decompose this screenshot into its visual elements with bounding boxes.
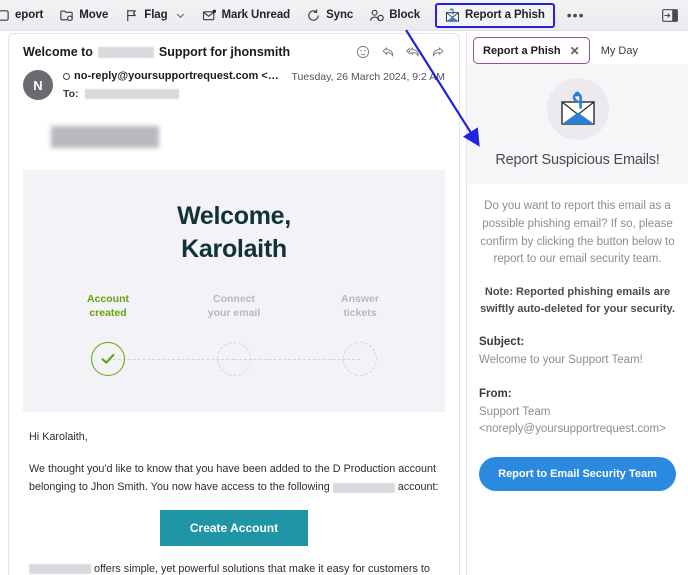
toolbar-item-sync[interactable]: Sync bbox=[299, 3, 360, 27]
panel-title: Report Suspicious Emails! bbox=[495, 152, 660, 168]
block-user-icon bbox=[370, 9, 384, 21]
forward-icon[interactable] bbox=[431, 45, 445, 59]
panel-tab-bar: Report a Phish ✕ My Day bbox=[467, 33, 688, 64]
to-label: To: bbox=[63, 88, 79, 100]
tab-report-a-phish[interactable]: Report a Phish ✕ bbox=[473, 37, 590, 64]
toolbar-item-block-label: Block bbox=[389, 9, 421, 21]
from-value: Support Team <noreply@yoursupportrequest… bbox=[479, 405, 666, 435]
toolbar-item-report[interactable]: eport bbox=[0, 3, 50, 27]
toolbar-item-move-label: Move bbox=[79, 9, 109, 21]
subject-label: Subject: bbox=[479, 336, 525, 349]
panel-description: Do you want to report this email as a po… bbox=[480, 200, 675, 266]
step-answer-tickets-label: Answer tickets bbox=[341, 293, 379, 320]
redacted-brand-name bbox=[97, 46, 154, 58]
mail-subject-row: Welcome to Support for jhonsmith bbox=[9, 34, 459, 65]
sender-block: no-reply@yoursupportrequest.com <no-repl… bbox=[63, 69, 281, 100]
report-to-email-security-team-button[interactable]: Report to Email Security Team bbox=[479, 457, 676, 492]
panel-layout-icon bbox=[662, 8, 678, 22]
phish-badge bbox=[546, 78, 609, 140]
hero-title-line2: Karolaith bbox=[181, 235, 287, 263]
layout-toggle-button[interactable] bbox=[660, 6, 680, 24]
step-account-created: Account created bbox=[45, 292, 234, 386]
hero-title: Welcome, Karolaith bbox=[23, 200, 445, 266]
redacted-brand-inline-2 bbox=[29, 564, 91, 575]
mail-subject-prefix: Welcome to bbox=[23, 45, 93, 59]
close-icon[interactable]: ✕ bbox=[570, 45, 580, 57]
mail-subject-suffix: Support for jhonsmith bbox=[158, 45, 291, 59]
recipient-line: To: bbox=[63, 88, 281, 100]
panel-note-bold: Note: bbox=[484, 286, 513, 299]
phish-envelope-icon bbox=[560, 91, 595, 125]
step-connect-email-label: Connect your email bbox=[207, 293, 261, 320]
report-a-phish-button[interactable]: Report a Phish bbox=[435, 2, 555, 28]
paragraph-two: offers simple, yet powerful solutions th… bbox=[29, 560, 439, 575]
chevron-down-icon[interactable] bbox=[175, 10, 186, 21]
email-body-text: Hi Karolaith, We thought you'd like to k… bbox=[23, 412, 445, 575]
report-a-phish-label: Report a Phish bbox=[465, 9, 545, 21]
toolbar-item-mark-unread[interactable]: Mark Unread bbox=[195, 3, 298, 27]
phish-envelope-icon bbox=[446, 7, 460, 22]
paragraph-one-tail: account: bbox=[397, 481, 439, 494]
redacted-brand-logo bbox=[51, 126, 159, 148]
email-hero-banner: Welcome, Karolaith Account created Conne… bbox=[23, 170, 445, 413]
onboarding-stepper: Account created Connect your email Answe… bbox=[23, 292, 445, 386]
tab-report-a-phish-label: Report a Phish bbox=[483, 44, 561, 57]
reading-pane: Welcome to Support for jhonsmith N no-re… bbox=[8, 33, 460, 575]
create-account-button[interactable]: Create Account bbox=[159, 510, 309, 547]
greeting-text: Hi Karolaith, bbox=[29, 431, 88, 444]
mail-from-row: N no-reply@yoursupportrequest.com <no-re… bbox=[9, 65, 459, 112]
mail-header-actions bbox=[356, 45, 445, 59]
ribbon-toolbar: eport Move Flag Mark Unread Sync Block R… bbox=[0, 0, 688, 31]
paragraph-one: We thought you'd like to know that you h… bbox=[29, 460, 439, 497]
step-pending-icon bbox=[343, 342, 377, 377]
sync-icon bbox=[308, 9, 319, 21]
panel-note: Note: Reported phishing emails are swift… bbox=[479, 284, 676, 317]
emoji-icon[interactable] bbox=[356, 45, 370, 59]
step-pending-icon bbox=[217, 342, 251, 377]
app-window: eport Move Flag Mark Unread Sync Block R… bbox=[0, 0, 688, 575]
flag-icon bbox=[127, 9, 137, 21]
reply-icon[interactable] bbox=[381, 45, 395, 59]
checkmark-icon bbox=[101, 354, 115, 364]
step-answer-tickets: Answer tickets bbox=[297, 292, 423, 386]
toolbar-item-flag-label: Flag bbox=[144, 9, 168, 21]
redacted-brand-inline bbox=[332, 482, 395, 493]
move-folder-icon bbox=[60, 9, 73, 21]
step-account-created-label: Account created bbox=[87, 293, 129, 320]
mail-timestamp: Tuesday, 26 March 2024, 9:2 AM bbox=[291, 71, 445, 83]
mail-subject: Welcome to Support for jhonsmith bbox=[23, 45, 356, 59]
sender-address[interactable]: no-reply@yoursupportrequest.com <no-repl… bbox=[74, 70, 281, 82]
mark-unread-icon bbox=[202, 9, 216, 20]
mail-body: Welcome, Karolaith Account created Conne… bbox=[9, 126, 459, 575]
reply-all-icon[interactable] bbox=[406, 45, 420, 59]
toolbar-item-move[interactable]: Move bbox=[52, 3, 115, 27]
presence-icon bbox=[63, 72, 70, 80]
report-icon bbox=[0, 9, 9, 21]
tab-my-day-label: My Day bbox=[600, 44, 638, 57]
toolbar-item-flag[interactable]: Flag bbox=[117, 3, 192, 27]
toolbar-overflow-button[interactable]: ••• bbox=[561, 3, 591, 27]
toolbar-item-mark-unread-label: Mark Unread bbox=[221, 9, 291, 21]
sender-line: no-reply@yoursupportrequest.com <no-repl… bbox=[63, 70, 281, 82]
report-a-phish-panel: Report a Phish ✕ My Day Report Suspiciou… bbox=[466, 33, 688, 575]
step-connect-email: Connect your email bbox=[171, 292, 360, 386]
from-label: From: bbox=[479, 387, 512, 400]
avatar: N bbox=[23, 70, 53, 100]
hero-title-line1: Welcome, bbox=[177, 202, 291, 230]
toolbar-item-report-label: eport bbox=[15, 9, 44, 21]
tab-my-day[interactable]: My Day bbox=[592, 37, 647, 64]
step-complete-icon bbox=[91, 342, 125, 377]
redacted-recipient bbox=[84, 89, 179, 99]
subject-value: Welcome to your Support Team! bbox=[479, 354, 643, 367]
panel-body: Do you want to report this email as a po… bbox=[467, 184, 688, 492]
toolbar-item-block[interactable]: Block bbox=[362, 3, 427, 27]
panel-header: Report Suspicious Emails! bbox=[467, 64, 688, 184]
toolbar-item-sync-label: Sync bbox=[326, 9, 354, 21]
